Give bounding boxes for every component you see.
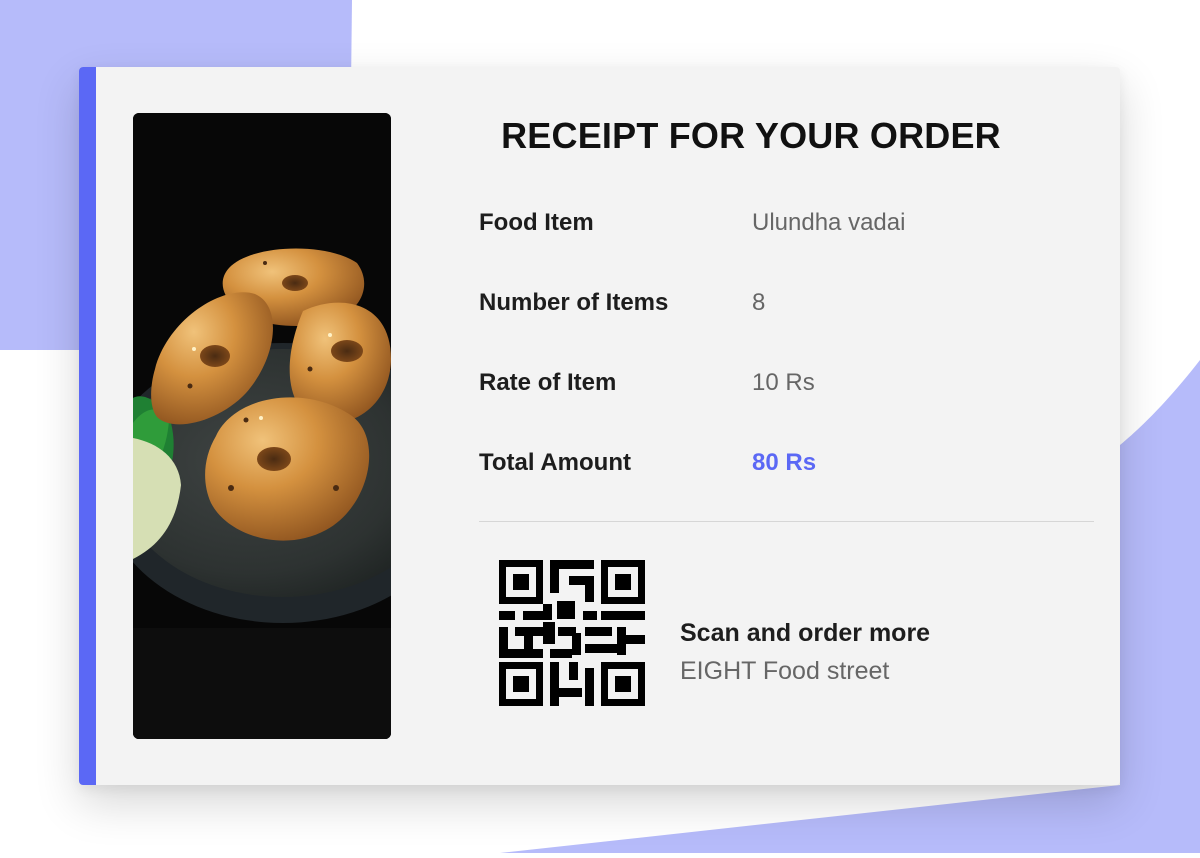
food-item-label: Food Item — [479, 209, 594, 236]
receipt-card: RECEIPT FOR YOUR ORDER Food Item Ulundha… — [79, 67, 1120, 785]
total-amount-row: Total Amount 80 Rs — [479, 447, 1079, 479]
receipt-divider — [479, 521, 1094, 522]
food-photo — [133, 113, 391, 739]
number-of-items-label: Number of Items — [479, 289, 669, 316]
food-item-row: Food Item Ulundha vadai — [479, 207, 1079, 239]
total-amount-value: 80 Rs — [752, 449, 817, 476]
qr-code-icon[interactable] — [499, 560, 645, 706]
receipt-title: RECEIPT FOR YOUR ORDER — [501, 115, 1001, 156]
total-amount-label: Total Amount — [479, 449, 631, 476]
food-item-value: Ulundha vadai — [752, 209, 906, 236]
number-of-items-value: 8 — [752, 289, 766, 316]
number-of-items-row: Number of Items 8 — [479, 287, 1079, 319]
card-accent-bar — [79, 67, 96, 785]
scan-title: Scan and order more — [680, 619, 931, 647]
rate-of-item-label: Rate of Item — [479, 369, 617, 396]
restaurant-name: EIGHT Food street — [680, 657, 890, 685]
rate-of-item-value: 10 Rs — [752, 369, 815, 396]
rate-of-item-row: Rate of Item 10 Rs — [479, 367, 1079, 399]
